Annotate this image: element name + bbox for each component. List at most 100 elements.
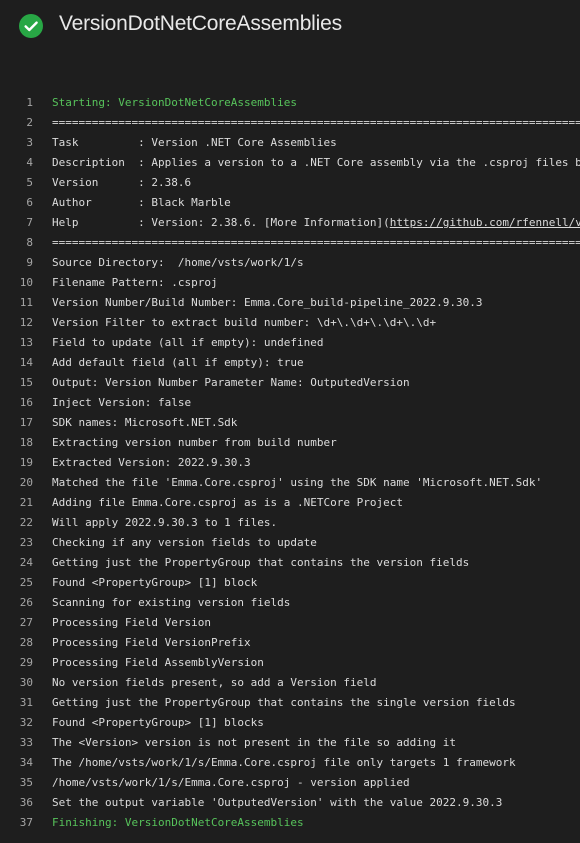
log-text: Will apply 2022.9.30.3 to 1 files. xyxy=(52,516,278,529)
log-line-text: No version fields present, so add a Vers… xyxy=(52,673,377,693)
log-line-text: Finishing: VersionDotNetCoreAssemblies xyxy=(52,813,304,833)
log-line-text: Set the output variable 'OutputedVersion… xyxy=(52,793,502,813)
line-number: 5 xyxy=(26,176,33,189)
log-line: 5 Version : 2.38.6 xyxy=(0,173,580,193)
task-header: VersionDotNetCoreAssemblies xyxy=(0,0,580,54)
log-line-text: Processing Field VersionPrefix xyxy=(52,633,251,653)
line-number: 20 xyxy=(19,476,33,489)
line-number: 32 xyxy=(19,716,33,729)
log-line: 33 The <Version> version is not present i… xyxy=(0,733,580,753)
log-text: Author : Black Marble xyxy=(52,196,231,209)
line-number: 12 xyxy=(19,316,33,329)
log-line: 11 Version Number/Build Number: Emma.Core… xyxy=(0,293,580,313)
log-line: 7 Help : Version: 2.38.6. [More Informati… xyxy=(0,213,580,233)
line-number: 10 xyxy=(19,276,33,289)
log-text: Found <PropertyGroup> [1] block xyxy=(52,576,258,589)
log-text: Set the output variable 'OutputedVersion… xyxy=(52,796,503,809)
log-text: Finishing: VersionDotNetCoreAssemblies xyxy=(52,816,304,829)
line-number: 4 xyxy=(26,156,33,169)
line-number: 29 xyxy=(19,656,33,669)
log-output[interactable]: 1 Starting: VersionDotNetCoreAssemblies 2 =… xyxy=(0,93,580,833)
log-text: Checking if any version fields to update xyxy=(52,536,317,549)
log-line-text: The /home/vsts/work/1/s/Emma.Core.csproj… xyxy=(52,753,516,773)
log-text: No version fields present, so add a Vers… xyxy=(52,676,377,689)
log-text: Output: Version Number Parameter Name: O… xyxy=(52,376,410,389)
log-line-text: Processing Field Version xyxy=(52,613,211,633)
line-number: 6 xyxy=(26,196,33,209)
task-title: VersionDotNetCoreAssemblies xyxy=(59,12,342,35)
line-number: 37 xyxy=(19,816,33,829)
log-text: Processing Field VersionPrefix xyxy=(52,636,251,649)
log-text: Found <PropertyGroup> [1] blocks xyxy=(52,716,264,729)
log-line-text: Matched the file 'Emma.Core.csproj' usin… xyxy=(52,473,542,493)
log-text: ========================================… xyxy=(52,236,580,249)
log-line: 4 Description : Applies a version to a .N… xyxy=(0,153,580,173)
log-text: Inject Version: false xyxy=(52,396,192,409)
line-number: 23 xyxy=(19,536,33,549)
log-line: 28 Processing Field VersionPrefix xyxy=(0,633,580,653)
line-number: 33 xyxy=(19,736,33,749)
log-line: 34 The /home/vsts/work/1/s/Emma.Core.cspr… xyxy=(0,753,580,773)
line-number: 2 xyxy=(26,116,33,129)
line-number: 13 xyxy=(19,336,33,349)
log-line: 23 Checking if any version fields to upda… xyxy=(0,533,580,553)
log-text: Matched the file 'Emma.Core.csproj' usin… xyxy=(52,476,543,489)
line-number: 18 xyxy=(19,436,33,449)
log-line: 2 =======================================… xyxy=(0,113,580,133)
log-text: Add default field (all if empty): true xyxy=(52,356,304,369)
log-line: 20 Matched the file 'Emma.Core.csproj' us… xyxy=(0,473,580,493)
line-number: 28 xyxy=(19,636,33,649)
log-line: 29 Processing Field AssemblyVersion xyxy=(0,653,580,673)
log-line-text: Source Directory: /home/vsts/work/1/s xyxy=(52,253,304,273)
log-line: 30 No version fields present, so add a Ve… xyxy=(0,673,580,693)
log-viewer: VersionDotNetCoreAssemblies 1 Starting: V… xyxy=(0,0,580,843)
log-line: 14 Add default field (all if empty): true xyxy=(0,353,580,373)
log-line: 16 Inject Version: false xyxy=(0,393,580,413)
log-line: 35/home/vsts/work/1/s/Emma.Core.csproj -… xyxy=(0,773,580,793)
log-line: 22 Will apply 2022.9.30.3 to 1 files. xyxy=(0,513,580,533)
log-text: Processing Field Version xyxy=(52,616,211,629)
log-line: 31 Getting just the PropertyGroup that co… xyxy=(0,693,580,713)
log-line: 26 Scanning for existing version fields xyxy=(0,593,580,613)
log-text: The <Version> version is not present in … xyxy=(52,736,456,749)
log-line-text: Version : 2.38.6 xyxy=(52,173,191,193)
log-text: Source Directory: /home/vsts/work/1/s xyxy=(52,256,304,269)
log-line: 13 Field to update (all if empty): undefi… xyxy=(0,333,580,353)
log-line-text: Version Number/Build Number: Emma.Core_b… xyxy=(52,293,482,313)
line-number: 24 xyxy=(19,556,33,569)
line-number: 22 xyxy=(19,516,33,529)
log-line-text: The <Version> version is not present in … xyxy=(52,733,456,753)
line-number: 7 xyxy=(26,216,33,229)
log-line-text: Found <PropertyGroup> [1] blocks xyxy=(52,713,264,733)
log-line-text: /home/vsts/work/1/s/Emma.Core.csproj - v… xyxy=(52,773,410,793)
log-line-text: Extracting version number from build num… xyxy=(52,433,337,453)
log-text: The /home/vsts/work/1/s/Emma.Core.csproj… xyxy=(52,756,516,769)
log-line-text: Author : Black Marble xyxy=(52,193,231,213)
log-line: 25 Found <PropertyGroup> [1] block xyxy=(0,573,580,593)
log-text: Extracted Version: 2022.9.30.3 xyxy=(52,456,251,469)
log-text: /home/vsts/work/1/s/Emma.Core.csproj - v… xyxy=(52,776,410,789)
line-number: 15 xyxy=(19,376,33,389)
log-line: 17 SDK names: Microsoft.NET.Sdk xyxy=(0,413,580,433)
log-line: 9 Source Directory: /home/vsts/work/1/s xyxy=(0,253,580,273)
log-line: 10 Filename Pattern: .csproj xyxy=(0,273,580,293)
log-line-text: Inject Version: false xyxy=(52,393,191,413)
line-number: 8 xyxy=(26,236,33,249)
log-line: 21 Adding file Emma.Core.csproj as is a .… xyxy=(0,493,580,513)
line-number: 14 xyxy=(19,356,33,369)
log-text: Adding file Emma.Core.csproj as is a .NE… xyxy=(52,496,403,509)
log-line: 19 Extracted Version: 2022.9.30.3 xyxy=(0,453,580,473)
log-line-text: SDK names: Microsoft.NET.Sdk xyxy=(52,413,237,433)
log-line: 3 Task : Version .NET Core Assemblies xyxy=(0,133,580,153)
log-line: 36 Set the output variable 'OutputedVersi… xyxy=(0,793,580,813)
log-line-text: Field to update (all if empty): undefine… xyxy=(52,333,324,353)
log-line-text: Filename Pattern: .csproj xyxy=(52,273,218,293)
log-line: 37 Finishing: VersionDotNetCoreAssemblies xyxy=(0,813,580,833)
line-number: 27 xyxy=(19,616,33,629)
log-line-text: ========================================… xyxy=(52,233,580,253)
log-text: Getting just the PropertyGroup that cont… xyxy=(52,696,516,709)
help-link[interactable]: https://github.com/rfennell/v xyxy=(390,216,580,229)
log-text: Version Number/Build Number: Emma.Core_b… xyxy=(52,296,483,309)
log-text: Filename Pattern: .csproj xyxy=(52,276,218,289)
log-line-text: Task : Version .NET Core Assemblies xyxy=(52,133,337,153)
